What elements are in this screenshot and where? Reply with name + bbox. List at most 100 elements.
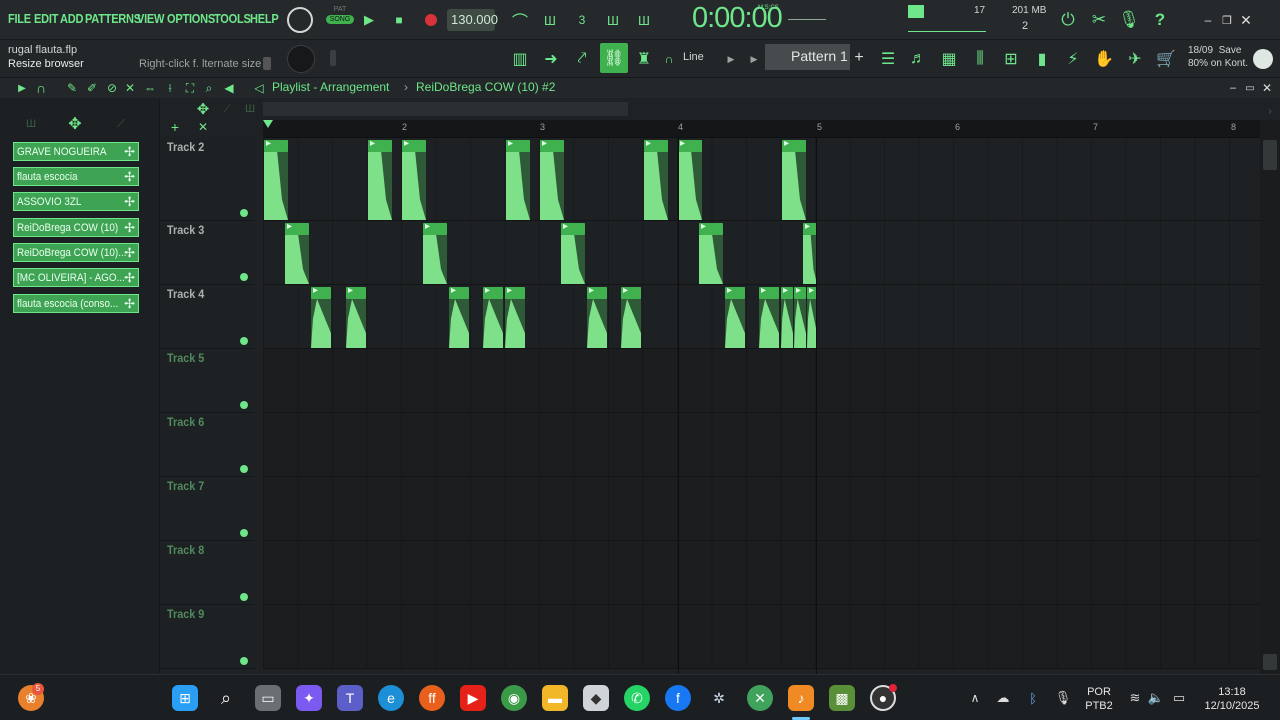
vertical-scrollbar[interactable]: › bbox=[1260, 106, 1280, 674]
pattern-add-icon[interactable]: ✢ bbox=[124, 220, 135, 236]
microphone-icon[interactable]: 🎙 bbox=[1118, 9, 1140, 31]
picker-move-icon[interactable]: ✥ bbox=[64, 114, 86, 134]
track-enable-icon[interactable] bbox=[240, 593, 248, 601]
mic-tray-icon[interactable]: 🎙 bbox=[1050, 685, 1076, 711]
overview-scrollbar[interactable] bbox=[263, 102, 628, 116]
clip[interactable] bbox=[368, 138, 392, 220]
clip[interactable] bbox=[678, 138, 702, 220]
metronome-icon[interactable]: ⌒ bbox=[508, 9, 532, 31]
pattern-item[interactable]: [MC OLIVEIRA] - AGO... ✢ bbox=[13, 268, 139, 287]
clip[interactable] bbox=[621, 285, 641, 348]
pat-song-toggle[interactable]: PAT SONG bbox=[326, 6, 354, 34]
piano-roll-icon[interactable]: ▥ bbox=[508, 47, 532, 71]
track-header[interactable]: Track 8 bbox=[160, 541, 255, 605]
slice-icon[interactable]: ⟊ bbox=[162, 80, 178, 96]
mute-icon[interactable]: ✕ bbox=[122, 80, 138, 96]
fl-studio-icon[interactable]: ♪ bbox=[788, 685, 814, 711]
pattern-item[interactable]: ReiDoBrega COW (10) ✢ bbox=[13, 218, 139, 237]
blend-notes-icon[interactable]: Ш bbox=[601, 9, 625, 31]
menu-options[interactable]: OPTIONS bbox=[167, 11, 215, 26]
search-icon[interactable]: ⌕ bbox=[213, 685, 239, 711]
title-arrow-icon[interactable]: ◁ bbox=[252, 80, 266, 96]
pattern-item[interactable]: GRAVE NOGUEIRA ✢ bbox=[13, 142, 139, 161]
pattern-item[interactable]: flauta escocia ✢ bbox=[13, 167, 139, 186]
scroll-up-icon[interactable]: › bbox=[1262, 104, 1278, 118]
restore-icon[interactable]: ❐ bbox=[1219, 12, 1235, 28]
picker-view-icon[interactable]: Ш bbox=[22, 116, 40, 132]
clip[interactable] bbox=[587, 285, 607, 348]
edge-icon[interactable]: e bbox=[378, 685, 404, 711]
menu-tools[interactable]: TOOLS bbox=[214, 11, 251, 26]
clip[interactable] bbox=[699, 221, 723, 284]
clip[interactable] bbox=[782, 138, 806, 220]
language-indicator[interactable]: POR PTB2 bbox=[1083, 685, 1115, 713]
pitch-slider[interactable] bbox=[330, 50, 336, 66]
clip[interactable] bbox=[423, 221, 447, 284]
minecraft-icon[interactable]: ▩ bbox=[829, 685, 855, 711]
track-header[interactable]: Track 6 bbox=[160, 413, 255, 477]
bluetooth-icon[interactable]: ᛒ bbox=[1020, 685, 1046, 711]
file-icon[interactable]: ▮ bbox=[1031, 47, 1053, 71]
track-lane[interactable] bbox=[263, 605, 1260, 669]
clock[interactable]: 13:18 12/10/2025 bbox=[1198, 685, 1266, 713]
app-icon[interactable]: ✲ bbox=[706, 685, 732, 711]
youtube-icon[interactable]: ▶ bbox=[460, 685, 486, 711]
clip[interactable] bbox=[264, 138, 288, 220]
help-icon[interactable]: ? bbox=[1149, 9, 1171, 31]
firefox-icon[interactable]: ff bbox=[419, 685, 445, 711]
battery-icon[interactable]: ▭ bbox=[1166, 685, 1192, 711]
track-enable-icon[interactable] bbox=[240, 401, 248, 409]
track-header[interactable]: Track 4 bbox=[160, 285, 255, 349]
play-icon[interactable]: ▶ bbox=[360, 11, 378, 29]
brush-icon[interactable]: ✐ bbox=[84, 80, 100, 96]
pattern-add-icon[interactable]: ✢ bbox=[124, 194, 135, 210]
track-enable-icon[interactable] bbox=[240, 273, 248, 281]
track-header[interactable]: Track 2 bbox=[160, 138, 255, 221]
clip[interactable] bbox=[644, 138, 668, 220]
playlist-minimize-icon[interactable]: – bbox=[1226, 80, 1240, 96]
clip[interactable] bbox=[449, 285, 469, 348]
plugin-icon[interactable]: ⚡ bbox=[1062, 47, 1084, 71]
pattern-selector[interactable]: Pattern 1 bbox=[765, 44, 850, 70]
slip-icon[interactable]: ⇔ bbox=[142, 80, 158, 96]
paint-icon[interactable]: ⤤ bbox=[570, 47, 594, 71]
stamp-icon[interactable]: ♜ bbox=[632, 47, 656, 71]
menu-edit[interactable]: EDIT bbox=[34, 11, 58, 26]
playlist-link-icon[interactable]: ⟋ bbox=[220, 102, 234, 116]
windows-start-icon[interactable]: ⊞ bbox=[172, 685, 198, 711]
power-icon[interactable]: ⏻ bbox=[1057, 9, 1079, 31]
whatsapp-icon[interactable]: ✆ bbox=[624, 685, 650, 711]
clip[interactable] bbox=[725, 285, 745, 348]
facebook-icon[interactable]: f bbox=[665, 685, 691, 711]
snap-magnet-icon[interactable]: ∩ bbox=[34, 80, 48, 96]
wait-input-icon[interactable]: Ш bbox=[538, 9, 562, 31]
playlist-menu-arrow-icon[interactable]: ▶ bbox=[16, 80, 28, 96]
clip[interactable] bbox=[781, 285, 793, 348]
pattern-item[interactable]: ASSOVIO 3ZL ✢ bbox=[13, 192, 139, 211]
menu-view[interactable]: VIEW bbox=[137, 11, 164, 26]
tempo-display[interactable]: 130.000 bbox=[447, 9, 498, 31]
record-icon[interactable] bbox=[425, 14, 437, 26]
playlist-maximize-icon[interactable]: ▭ bbox=[1243, 80, 1257, 96]
track-lane[interactable] bbox=[263, 221, 1260, 285]
pattern-add-icon[interactable]: ✢ bbox=[124, 296, 135, 312]
clip[interactable] bbox=[483, 285, 503, 348]
master-pitch-knob-icon[interactable] bbox=[287, 45, 315, 73]
tray-chevron-icon[interactable]: ∧ bbox=[962, 685, 988, 711]
store-icon[interactable]: ◆ bbox=[583, 685, 609, 711]
menu-add[interactable]: ADD bbox=[60, 11, 83, 26]
magnet-icon[interactable]: ∩ bbox=[662, 52, 676, 66]
track-enable-icon[interactable] bbox=[240, 209, 248, 217]
pattern-add-icon[interactable]: ✢ bbox=[124, 169, 135, 185]
playhead-marker[interactable] bbox=[263, 120, 273, 128]
pattern-arrow-icon[interactable]: ▶ bbox=[748, 52, 760, 66]
clip[interactable] bbox=[803, 221, 817, 284]
touch-icon[interactable]: ✋ bbox=[1093, 47, 1115, 71]
add-track-icon[interactable]: + bbox=[168, 119, 182, 135]
pattern-add-icon[interactable]: ✢ bbox=[124, 270, 135, 286]
link-icon[interactable]: ⛓ bbox=[600, 43, 628, 73]
clip[interactable] bbox=[402, 138, 426, 220]
scroll-thumb[interactable] bbox=[1263, 140, 1277, 170]
clip[interactable] bbox=[759, 285, 779, 348]
track-enable-icon[interactable] bbox=[240, 529, 248, 537]
